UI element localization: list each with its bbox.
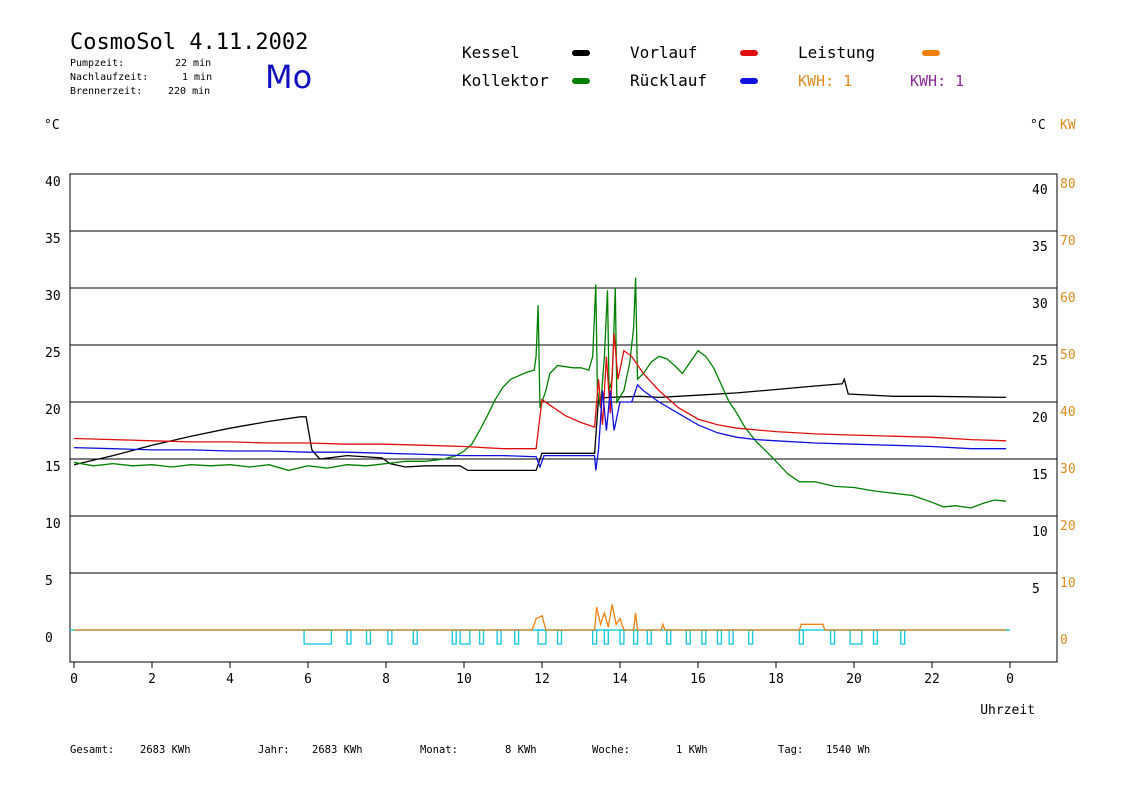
pump-interval: [412, 629, 418, 645]
pump-interval: [632, 629, 639, 645]
y-tick-label: 35: [45, 232, 61, 247]
y-tick-label: 15: [45, 460, 61, 475]
pump-interval: [514, 629, 520, 645]
pump-interval: [646, 629, 652, 645]
y2-tick-label: 10: [1060, 576, 1076, 591]
pump-interval: [829, 629, 836, 645]
plot-frame: [69, 173, 1058, 663]
pump-interval: [728, 629, 734, 645]
y-tick-label: 5: [45, 574, 53, 589]
y-right-tick-label: 20: [1032, 411, 1048, 426]
y-tick-label: 30: [45, 289, 61, 304]
pump-interval: [556, 629, 563, 645]
temperature-chart: 0551010151520202525303035354040010203040…: [45, 173, 1076, 718]
x-tick-label: 8: [382, 672, 390, 687]
footer-gesamt-label: Gesamt:: [70, 744, 115, 756]
pump-interval: [716, 629, 723, 645]
pump-interval: [849, 629, 863, 645]
x-tick-label: 4: [226, 672, 234, 687]
y-tick-label: 25: [45, 346, 61, 361]
x-tick-label: 20: [846, 672, 862, 687]
pump-interval: [666, 629, 672, 645]
pump-interval: [537, 629, 547, 645]
pump-interval: [872, 629, 879, 645]
footer-woche-value: 1 KWh: [676, 744, 708, 756]
x-tick-label: 12: [534, 672, 550, 687]
x-tick-label: 2: [148, 672, 156, 687]
y-right-tick-label: 25: [1032, 354, 1048, 369]
y-right-tick-label: 30: [1032, 297, 1048, 312]
pump-interval: [685, 629, 691, 645]
y2-tick-label: 70: [1060, 234, 1076, 249]
y-tick-label: 40: [45, 175, 61, 190]
pump-interval: [701, 629, 707, 645]
pump-interval: [303, 629, 333, 645]
x-axis-label: Uhrzeit: [980, 703, 1035, 718]
series-line-leistung: [74, 604, 1007, 631]
y2-tick-label: 0: [1060, 633, 1068, 648]
y-right-tick-label: 15: [1032, 468, 1048, 483]
pump-interval: [459, 629, 471, 645]
y-right-tick-label: 10: [1032, 525, 1048, 540]
y2-tick-label: 50: [1060, 348, 1076, 363]
y-right-tick-label: 5: [1032, 582, 1040, 597]
y-right-tick-label: 40: [1032, 183, 1048, 198]
footer-gesamt-value: 2683 KWh: [140, 744, 191, 756]
y2-tick-label: 20: [1060, 519, 1076, 534]
pump-interval: [798, 629, 805, 645]
pump-interval: [387, 629, 393, 645]
x-tick-label: 16: [690, 672, 706, 687]
x-tick-label: 22: [924, 672, 940, 687]
footer-monat-value: 8 KWh: [505, 744, 537, 756]
pump-interval: [478, 629, 485, 645]
y2-tick-label: 60: [1060, 291, 1076, 306]
footer-monat-label: Monat:: [420, 744, 458, 756]
x-tick-label: 6: [304, 672, 312, 687]
y2-tick-label: 80: [1060, 177, 1076, 192]
footer-tag-value: 1540 Wh: [826, 744, 871, 756]
x-tick-label: 14: [612, 672, 628, 687]
pump-interval: [748, 629, 754, 645]
pump-interval: [619, 629, 625, 645]
pump-interval: [603, 629, 610, 645]
y-tick-label: 10: [45, 517, 61, 532]
x-tick-label: 10: [456, 672, 472, 687]
series-line-kollektor: [73, 277, 1007, 509]
x-tick-label: 0: [70, 672, 78, 687]
footer-jahr-label: Jahr:: [258, 744, 290, 756]
pump-interval: [365, 629, 372, 645]
y-tick-label: 20: [45, 403, 61, 418]
footer-woche-label: Woche:: [592, 744, 630, 756]
y2-tick-label: 40: [1060, 405, 1076, 420]
pump-interval: [900, 629, 906, 645]
x-tick-label: 18: [768, 672, 784, 687]
pump-interval: [592, 629, 598, 645]
pump-interval: [451, 629, 457, 645]
footer-jahr-value: 2683 KWh: [312, 744, 363, 756]
pump-interval: [496, 629, 502, 645]
y-right-tick-label: 35: [1032, 240, 1048, 255]
pump-interval: [346, 629, 352, 645]
y-tick-label: 0: [45, 631, 53, 646]
footer-tag-label: Tag:: [778, 744, 804, 756]
x-tick-label: 0: [1006, 672, 1014, 687]
y2-tick-label: 30: [1060, 462, 1076, 477]
